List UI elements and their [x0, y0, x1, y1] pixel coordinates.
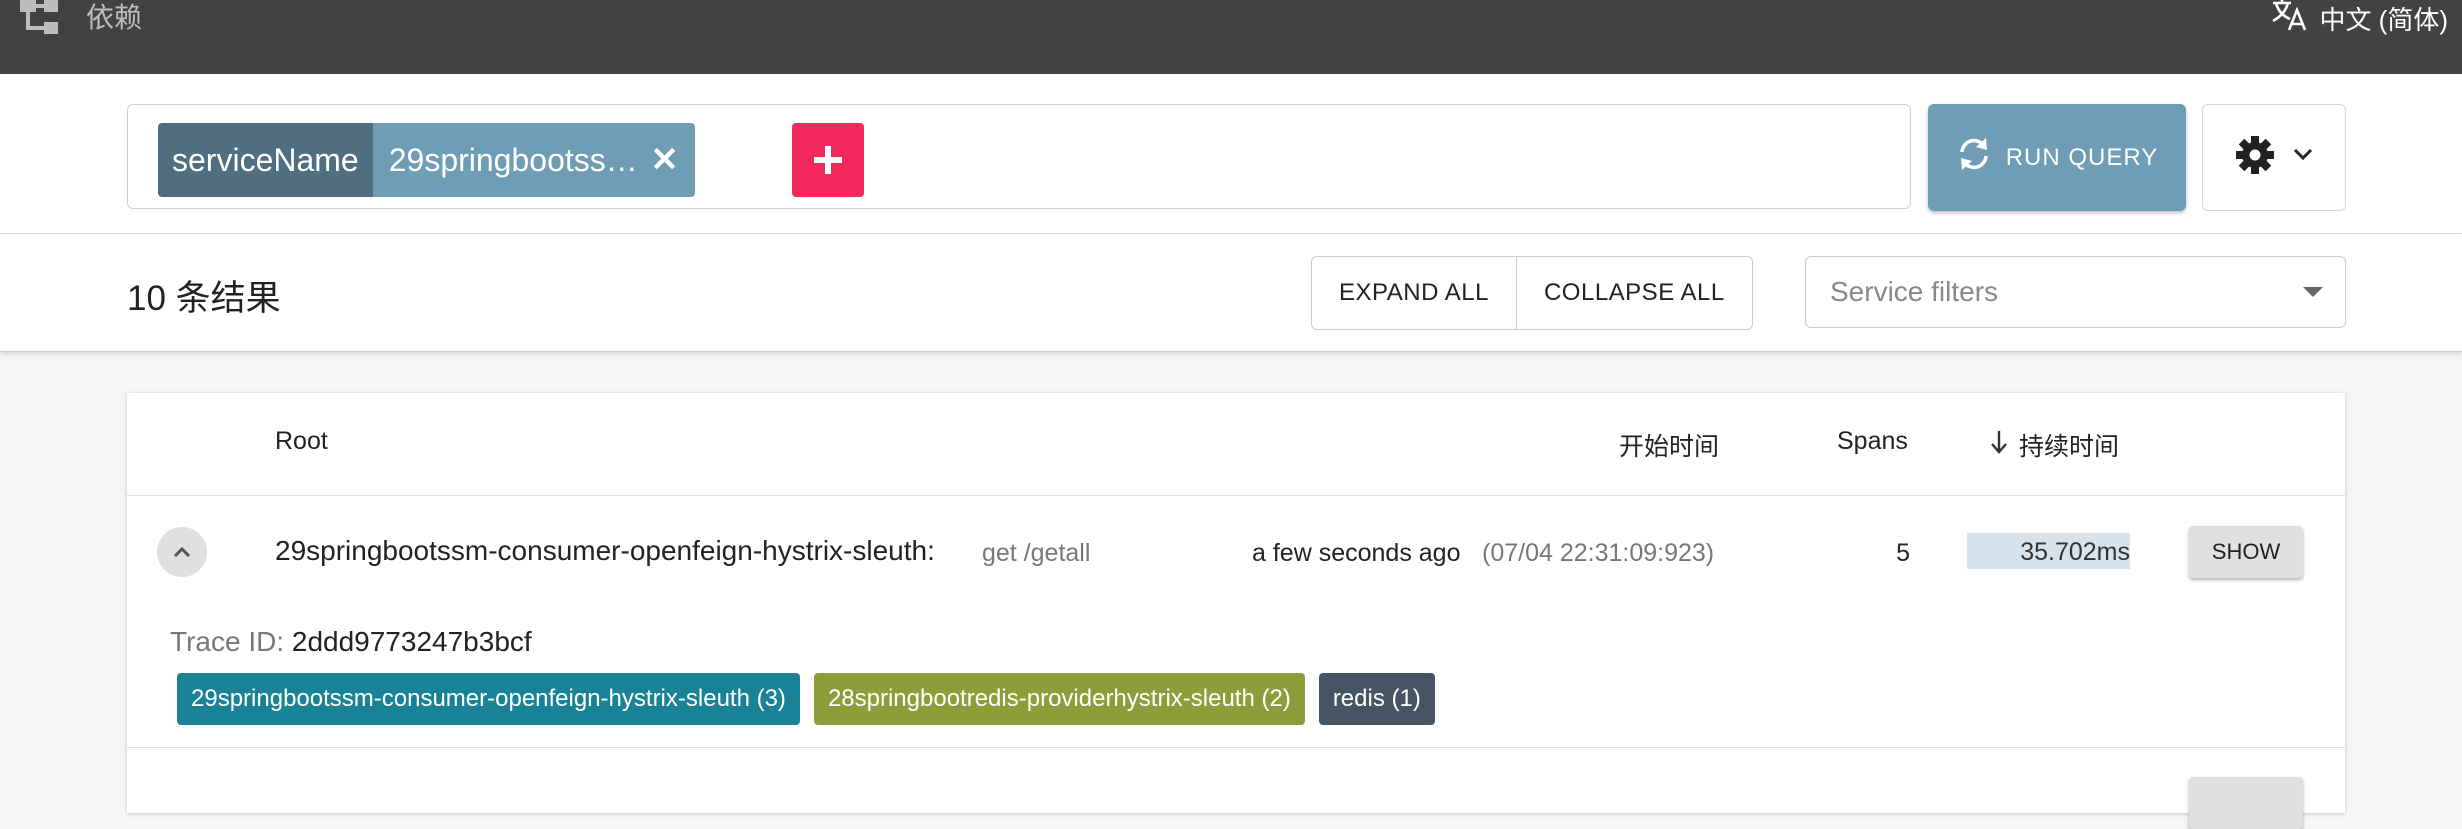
trace-id: Trace ID: 2ddd9773247b3bcf [170, 626, 532, 658]
chip-remove-icon[interactable]: ✕ [650, 140, 679, 180]
query-input-box[interactable]: serviceName 29springbootssm-co… ✕ [127, 104, 1911, 209]
expand-collapse-group: EXPAND ALL COLLAPSE ALL [1311, 256, 1753, 330]
translate-icon [2271, 0, 2307, 38]
chip-value-text: 29springbootssm-co… [388, 141, 641, 178]
run-query-button[interactable]: RUN QUERY [1928, 104, 2186, 211]
root-service-name: 29springbootssm-consumer-openfeign-hystr… [275, 535, 935, 566]
run-query-label: RUN QUERY [2005, 143, 2159, 171]
show-trace-button[interactable] [2189, 777, 2303, 829]
show-trace-button[interactable]: SHOW [2189, 526, 2303, 578]
service-badge: 28springbootredis-providerhystrix-sleuth… [813, 673, 1305, 725]
chip-value[interactable]: 29springbootssm-co… ✕ [372, 123, 695, 197]
query-area: serviceName 29springbootssm-co… ✕ RUN QU… [0, 74, 2462, 234]
row-collapse-toggle[interactable] [157, 527, 207, 577]
plus-icon [814, 146, 842, 174]
service-filters-placeholder: Service filters [1830, 276, 1999, 307]
nav-dependencies-link[interactable]: 依赖 [86, 0, 142, 36]
dependencies-icon[interactable] [20, 0, 64, 41]
service-badge: 29springbootssm-consumer-openfeign-hystr… [177, 673, 800, 725]
spans-count: 5 [1896, 539, 1910, 567]
column-header-start-time[interactable]: 开始时间 [1619, 427, 1719, 463]
expand-all-button[interactable]: EXPAND ALL [1312, 257, 1516, 329]
chevron-down-icon [2293, 148, 2313, 167]
start-time-absolute: (07/04 22:31:09:923) [1482, 539, 1715, 567]
settings-dropdown-button[interactable] [2202, 104, 2346, 211]
chevron-up-icon [173, 546, 191, 558]
service-filters-select[interactable]: Service filters [1805, 256, 2346, 328]
collapse-all-button[interactable]: COLLAPSE ALL [1515, 257, 1752, 329]
results-toolbar: 10 条结果 EXPAND ALL COLLAPSE ALL Service f… [0, 234, 2462, 352]
trace-id-label: Trace ID: [170, 626, 285, 657]
language-selector[interactable]: 中文 (简体) [2271, 0, 2448, 36]
start-time-relative: a few seconds ago [1252, 539, 1461, 567]
row-divider [127, 747, 2345, 748]
duration-header-label: 持续时间 [2019, 433, 2120, 461]
add-criterion-button[interactable] [792, 123, 864, 197]
language-label: 中文 (简体) [2319, 4, 2448, 35]
root-operation-name: get /getall [982, 539, 1091, 567]
service-badges: 29springbootssm-consumer-openfeign-hystr… [177, 673, 1435, 725]
trace-id-value: 2ddd9773247b3bcf [291, 626, 532, 657]
duration-value: 35.702ms [2020, 538, 2130, 566]
service-badge: redis (1) [1318, 673, 1435, 725]
refresh-icon [1956, 136, 1992, 179]
column-header-root[interactable]: Root [275, 427, 328, 456]
column-header-spans[interactable]: Spans [1837, 427, 1908, 456]
top-navbar: 依赖 中文 (简体) [0, 0, 2462, 74]
dropdown-caret-icon [2303, 287, 2323, 297]
chip-key: serviceName [158, 123, 373, 197]
trace-table: Root 开始时间 Spans 持续时间 29springbootssm-con… [127, 393, 2345, 829]
header-divider [127, 495, 2345, 496]
gear-icon [2235, 135, 2275, 180]
column-header-duration[interactable]: 持续时间 [1989, 427, 2119, 463]
sort-arrow-down-icon [1989, 429, 2009, 462]
query-chip[interactable]: serviceName 29springbootssm-co… ✕ [158, 123, 695, 197]
results-count: 10 条结果 [127, 279, 281, 318]
